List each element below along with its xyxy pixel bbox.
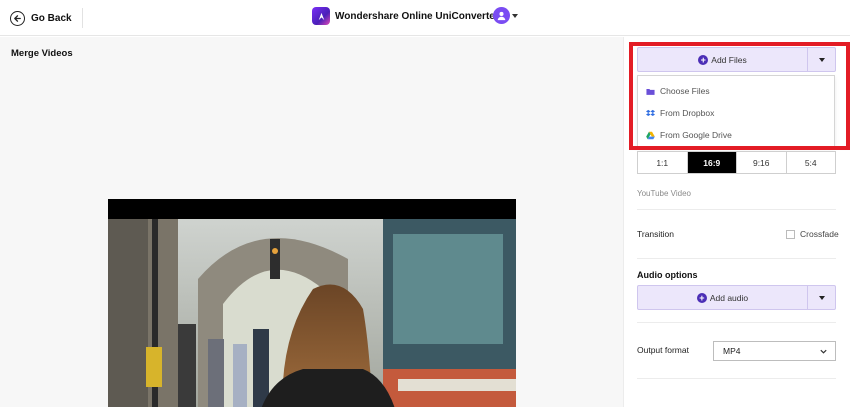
top-bar: Go Back Wondershare Online UniConverter (0, 0, 850, 36)
add-files-split-button: + Add Files (637, 47, 836, 72)
menu-item-from-google-drive[interactable]: From Google Drive (638, 124, 836, 146)
go-back-button[interactable]: Go Back (10, 7, 72, 29)
output-format-label: Output format (637, 345, 689, 355)
divider (637, 378, 836, 379)
menu-item-label: From Google Drive (660, 130, 732, 140)
divider (637, 209, 836, 210)
output-format-select[interactable]: MP4 (713, 341, 836, 361)
divider (637, 322, 836, 323)
menu-item-label: From Dropbox (660, 108, 715, 118)
chevron-down-icon (820, 349, 827, 354)
menu-item-choose-files[interactable]: Choose Files (638, 80, 836, 102)
crossfade-label: Crossfade (800, 229, 839, 239)
plus-circle-icon: + (696, 292, 707, 303)
aspect-ratio-selector: 1:1 16:9 9:16 5:4 (637, 151, 836, 174)
crossfade-checkbox[interactable] (786, 230, 795, 239)
add-files-dropdown-toggle[interactable] (807, 48, 835, 71)
brand: Wondershare Online UniConverter (312, 6, 499, 26)
video-frame-image (108, 219, 516, 407)
caret-down-icon (818, 57, 825, 62)
plus-circle-icon: + (698, 54, 709, 65)
dropbox-icon (645, 108, 655, 118)
folder-icon (645, 86, 655, 96)
divider (82, 8, 83, 28)
caret-down-icon[interactable] (512, 14, 518, 18)
user-avatar-icon[interactable] (493, 7, 510, 24)
ratio-16-9[interactable]: 16:9 (687, 152, 737, 173)
ratio-9-16[interactable]: 9:16 (737, 152, 787, 173)
uniconverter-logo-icon (312, 7, 330, 25)
google-drive-icon (645, 130, 655, 140)
divider (637, 258, 836, 259)
add-audio-label: Add audio (709, 292, 749, 303)
caret-down-icon (818, 295, 825, 300)
add-files-button[interactable]: + Add Files (638, 48, 807, 71)
go-back-label: Go Back (31, 12, 72, 24)
page-title: Merge Videos (11, 48, 73, 59)
menu-item-label: Choose Files (660, 86, 710, 96)
brand-name: Wondershare Online UniConverter (335, 10, 499, 22)
add-files-menu: Choose Files From Dropbox From Google Dr… (637, 75, 835, 147)
add-audio-button[interactable]: + Add audio (638, 286, 807, 309)
workspace: Merge Videos (0, 37, 623, 407)
ratio-1-1[interactable]: 1:1 (638, 152, 688, 173)
menu-item-from-dropbox[interactable]: From Dropbox (638, 102, 836, 124)
video-preview (108, 199, 516, 407)
arrow-left-circle-icon (10, 10, 25, 26)
add-audio-dropdown-toggle[interactable] (807, 286, 835, 309)
ratio-note: YouTube Video (637, 189, 691, 198)
audio-options-heading: Audio options (637, 270, 698, 280)
ratio-5-4[interactable]: 5:4 (786, 152, 835, 173)
output-format-value: MP4 (723, 346, 741, 356)
transition-label: Transition (637, 229, 675, 239)
add-audio-split-button: + Add audio (637, 285, 836, 310)
add-files-label: Add Files (711, 54, 747, 65)
